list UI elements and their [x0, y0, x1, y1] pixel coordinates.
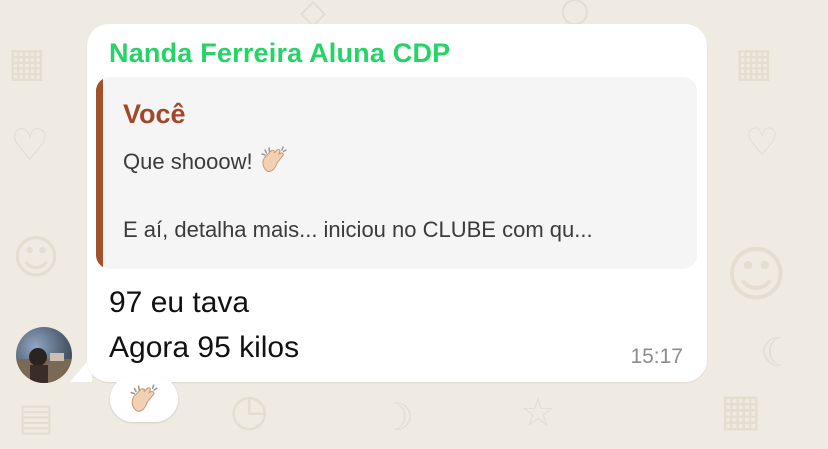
star-doodle-icon: ☆ — [520, 390, 556, 436]
quoted-author: Você — [123, 99, 186, 129]
calendar-doodle-icon: ▦ — [8, 40, 46, 86]
message-bubble[interactable]: Nanda Ferreira Aluna CDP Você Que shooow… — [87, 24, 707, 382]
moon-doodle-icon: ☾ — [760, 330, 796, 376]
quoted-text: Que shooow! — [123, 148, 253, 174]
quoted-text-line-2: E aí, detalha mais... iniciou no CLUBE c… — [123, 217, 593, 242]
crescent-doodle-icon: ☽ — [380, 395, 415, 439]
clapping-hands-reaction-icon — [127, 383, 161, 420]
smiley-doodle-icon-2: ☺ — [725, 240, 788, 310]
grid-doodle-icon: ▤ — [18, 395, 54, 439]
heart-doodle-icon: ♡ — [10, 120, 50, 171]
message-text-line-1: 97 eu tava — [109, 286, 250, 319]
message-timestamp: 15:17 — [630, 345, 683, 368]
avatar-photo — [16, 348, 72, 383]
sender-avatar[interactable] — [16, 327, 72, 383]
calendar-doodle-icon-2: ▦ — [735, 40, 773, 86]
calculator-doodle-icon: ▦ — [720, 385, 762, 436]
quoted-text-line-1: Que shooow! — [123, 145, 289, 181]
smiley-doodle-icon: ☺ — [12, 230, 60, 284]
clock-doodle-icon: ◷ — [230, 385, 269, 436]
sender-name[interactable]: Nanda Ferreira Aluna CDP — [109, 38, 450, 69]
heart-doodle-icon-2: ♡ — [745, 120, 780, 164]
quoted-message[interactable]: Você Que shooow! E aí, detalha mais... i… — [96, 77, 697, 269]
message-text-line-2: Agora 95 kilos — [109, 331, 300, 364]
quote-accent-bar — [96, 77, 103, 269]
reaction-badge[interactable] — [110, 376, 178, 422]
clapping-hands-icon — [259, 145, 289, 181]
